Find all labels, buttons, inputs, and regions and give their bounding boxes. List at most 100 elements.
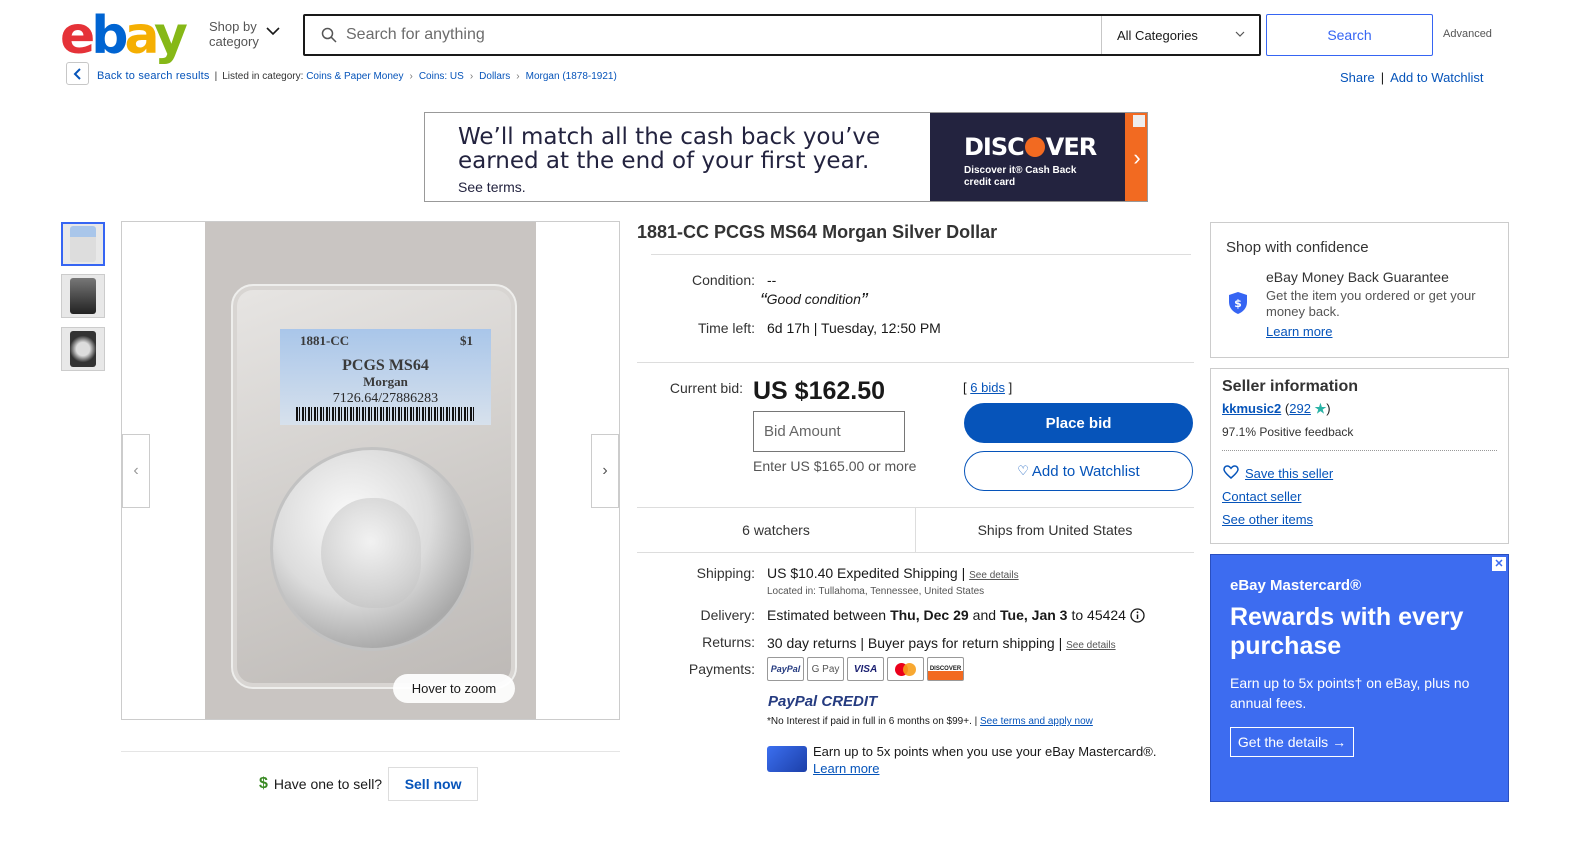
close-icon[interactable]: ✕ [1492,557,1506,571]
paypal-terms-link[interactable]: See terms and apply now [980,716,1093,727]
thumbnail-3[interactable] [61,327,105,371]
shipping-cost: US $10.40 Expedited Shipping | [767,565,966,581]
chevron-right-icon: › [602,462,608,479]
divider [651,254,1191,255]
search-bar: All Categories [303,14,1261,56]
delivery-text-pre: Estimated between [767,607,887,623]
share-link[interactable]: Share [1340,70,1375,85]
thumbnail-1[interactable] [61,222,105,266]
heart-icon: ♡ [1017,463,1029,478]
item-stats: 6 watchers Ships from United States [637,507,1194,553]
condition-label: Condition: [691,272,755,288]
close-quote: ” [860,290,868,312]
feedback-score-link[interactable]: 292 [1289,401,1311,416]
seller-information-panel: Seller information kkmusic2 (292 ★) 97.1… [1210,368,1509,544]
place-bid-button[interactable]: Place bid [964,403,1193,443]
mastercard-learn-more-link[interactable]: Learn more [813,760,1156,777]
shipping-value: US $10.40 Expedited Shipping | See detai… [767,565,1019,581]
search-input[interactable] [346,18,1086,52]
paypal-credit-word2: CREDIT [821,693,878,710]
breadcrumb-item-coins-paper-money[interactable]: Coins & Paper Money [306,71,403,82]
shop-by-category[interactable]: Shop by category [209,19,259,49]
breadcrumb-item-morgan[interactable]: Morgan (1878-1921) [526,71,617,82]
logo-letter-e: e [60,6,95,66]
thumbnail-image [70,226,96,262]
search-button[interactable]: Search [1266,14,1433,56]
star-icon: ★ [1314,401,1327,416]
back-to-search-link[interactable]: Back to search results [97,70,210,82]
returns-policy: 30 day returns | Buyer pays for return s… [767,635,1063,651]
bids-count: [ 6 bids ] [963,380,1012,395]
next-image-button[interactable]: › [591,434,619,508]
mastercard-icon [887,657,924,681]
adchoices-icon[interactable] [1133,115,1145,127]
delivery-text-and: and [972,607,997,623]
mastercard-circle-yellow [903,662,916,676]
mastercard-promo: Earn up to 5x points when you use your e… [813,743,1156,777]
watchers-count: 6 watchers [637,508,916,552]
positive-feedback: 97.1% Positive feedback [1222,425,1354,439]
mc-ad-body: Earn up to 5x points† on eBay, plus no a… [1230,675,1470,711]
thumbnail-image [70,331,96,367]
shop-by-line2: category [209,34,259,49]
mc-ad-headline: Rewards with every purchase [1230,603,1464,660]
main-image-viewer[interactable]: 1881-CC $1 PCGS MS64 Morgan 7126.64/2788… [121,221,620,720]
contact-seller-link[interactable]: Contact seller [1222,489,1301,504]
payments-label: Payments: [688,661,755,677]
see-other-items-link[interactable]: See other items [1222,512,1313,527]
advanced-search-link[interactable]: Advanced [1443,28,1492,40]
bracket-open: [ [963,380,967,395]
search-icon [321,27,337,43]
barcode [296,407,474,421]
add-to-watchlist-link[interactable]: Add to Watchlist [1390,70,1483,85]
bids-link[interactable]: 6 bids [970,380,1005,395]
ad-headline-line2: earned at the end of your first year. [458,148,870,174]
chevron-left-icon: ‹ [133,462,139,479]
delivery-label: Delivery: [700,607,755,623]
seller-name-row: kkmusic2 (292 ★) [1222,401,1331,417]
ad-terms[interactable]: See terms. [458,179,526,195]
ebay-logo[interactable]: ebay [60,6,188,66]
listed-in-label: Listed in category: [222,70,304,82]
breadcrumb-item-dollars[interactable]: Dollars [479,71,510,82]
chevron-down-icon[interactable] [266,26,280,36]
current-bid-price: US $162.50 [753,377,886,405]
shipping-see-details-link[interactable]: See details [969,570,1018,581]
confidence-title: Shop with confidence [1226,239,1369,256]
back-button[interactable] [66,62,89,85]
hover-to-zoom-pill: Hover to zoom [393,674,515,703]
visa-icon: VISA [847,657,884,681]
guarantee-learn-more-link[interactable]: Learn more [1266,324,1332,339]
ships-from: Ships from United States [977,522,1133,538]
category-select[interactable]: All Categories [1101,16,1259,54]
chevron-right-icon: › [516,70,520,82]
info-icon[interactable] [1130,607,1145,623]
seller-name-link[interactable]: kkmusic2 [1222,401,1281,416]
delivery-date-end: Tue, Jan 3 [1000,607,1068,623]
sell-now-button[interactable]: Sell now [388,767,479,801]
thumbnail-2[interactable] [61,274,105,318]
slab-label-year: 1881-CC [300,333,350,348]
get-details-button[interactable]: Get the details → [1230,727,1354,757]
breadcrumb-item-coins-us[interactable]: Coins: US [419,71,464,82]
bracket-close: ] [1008,380,1013,395]
returns-see-details-link[interactable]: See details [1066,640,1115,651]
guarantee-title: eBay Money Back Guarantee [1266,269,1449,285]
paren-close: ) [1326,401,1331,416]
prev-image-button[interactable]: ‹ [122,434,150,508]
payment-methods: PayPal G Pay VISA DISCOVER [767,657,964,681]
seller-info-title: Seller information [1222,378,1359,395]
discover-banner-ad[interactable]: We’ll match all the cash back you’ve ear… [424,112,1148,202]
discover-logo-dot [1024,137,1045,157]
ebay-mastercard-ad[interactable]: eBay Mastercard® Rewards with every purc… [1210,554,1509,802]
save-seller-link[interactable]: Save this seller [1245,466,1333,481]
bid-amount-input[interactable] [753,411,905,452]
shipping-label: Shipping: [696,565,755,581]
paypal-note-text: *No Interest if paid in full in 6 months… [767,716,978,727]
heart-icon[interactable] [1223,465,1239,479]
guarantee-text: Get the item you ordered or get your mon… [1266,288,1476,319]
chevron-right-icon: › [409,70,413,82]
add-to-watchlist-button[interactable]: ♡ Add to Watchlist [964,451,1193,491]
logo-letter-y: y [154,6,188,66]
mc-ad-brand: eBay Mastercard® [1230,577,1362,594]
